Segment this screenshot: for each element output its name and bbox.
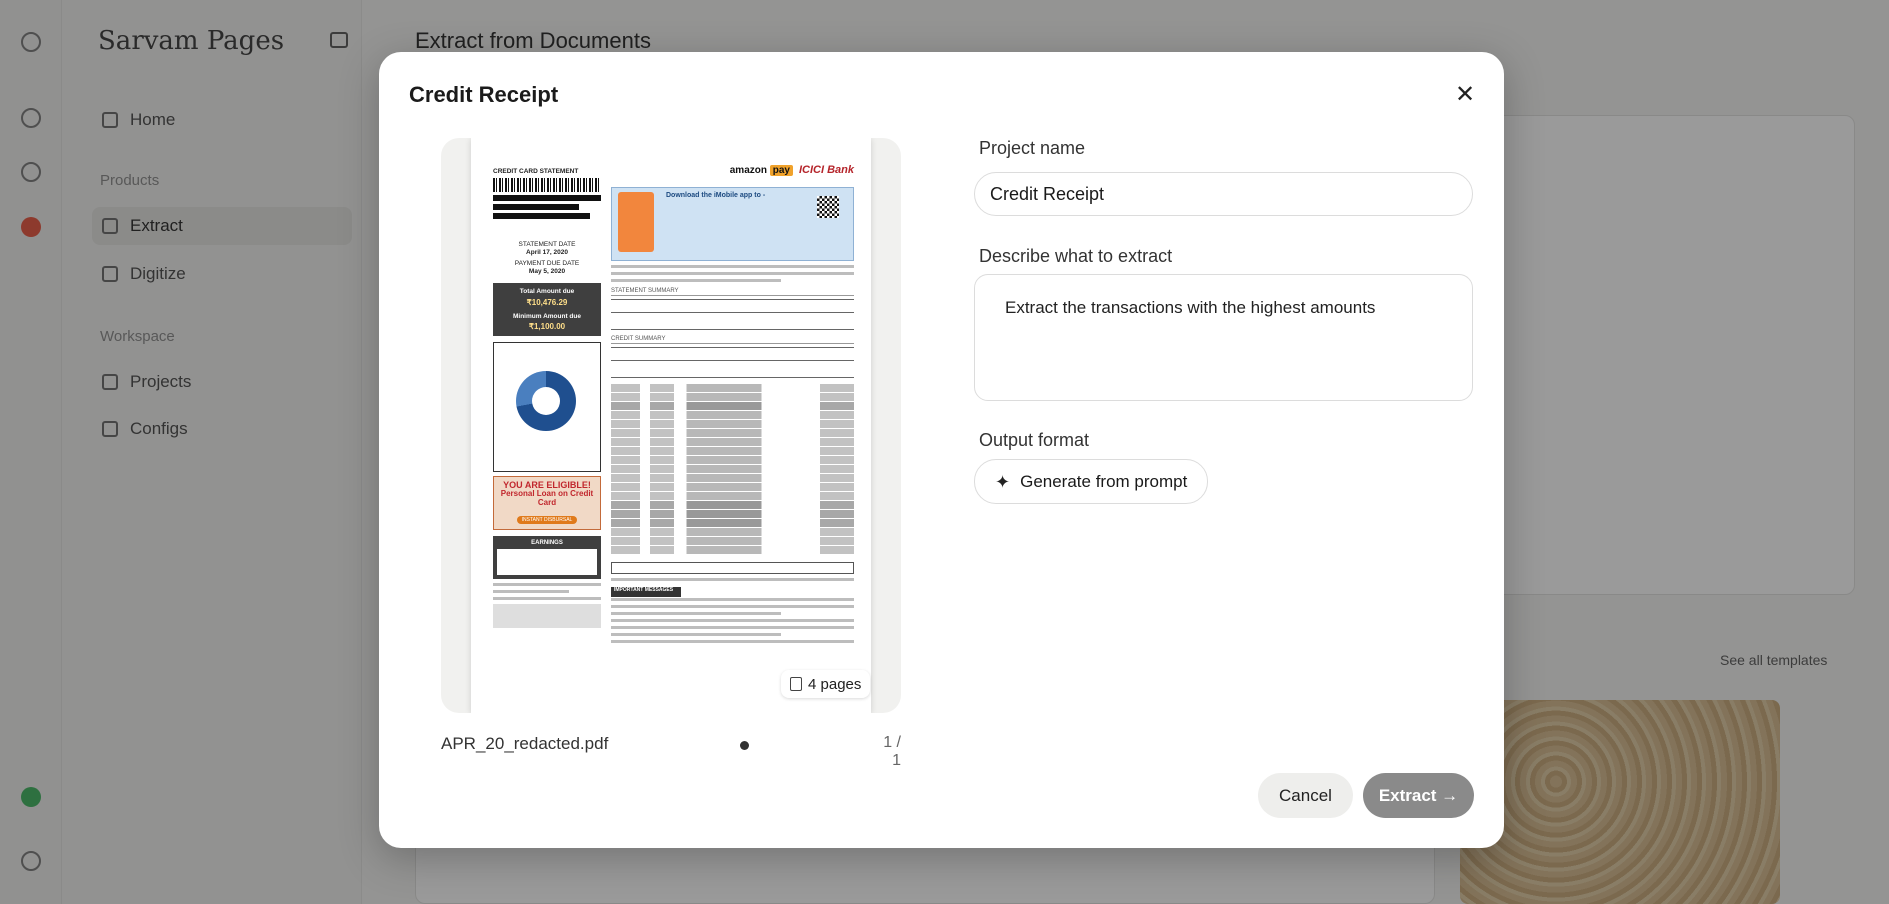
text-line [493,596,601,600]
barcode [493,178,601,193]
amount-due-box: Total Amount due ₹10,476.29 Minimum Amou… [493,283,601,337]
brand-logos: amazon pay ICICI Bank [611,156,854,184]
extract-dialog: Credit Receipt ✕ CREDIT CARD STATEMENT S… [379,52,1504,848]
transaction-row [611,501,854,509]
credit-summary-heading: CREDIT SUMMARY [611,336,854,344]
transaction-row [611,546,854,554]
dialog-title: Credit Receipt [409,82,559,107]
transaction-row [611,483,854,491]
pager-dot[interactable] [740,741,749,750]
earnings-grid [497,548,597,575]
transaction-row [611,393,854,401]
redaction [493,195,601,202]
transaction-row [611,429,854,437]
statement-right-column: amazon pay ICICI Bank Download the iMobi… [611,156,854,643]
transaction-row [611,447,854,455]
transaction-row [611,492,854,500]
important-messages: IMPORTANT MESSAGES [614,587,674,593]
text-line [611,279,782,282]
describe-label: Describe what to extract [979,246,1173,266]
transaction-row [611,519,854,527]
transaction-row [611,456,854,464]
transaction-row [611,420,854,428]
credit-row [611,347,854,361]
loan-offer: YOU ARE ELIGIBLE! Personal Loan on Credi… [493,476,601,530]
statement-header: CREDIT CARD STATEMENT [493,168,579,175]
text-line [611,272,854,275]
redaction [493,204,580,211]
amazon-pay-logo: amazon pay [729,164,793,176]
page-counter: 1 / 1 [883,734,901,769]
file-name: APR_20_redacted.pdf [441,734,609,753]
generate-from-prompt-button[interactable]: ✦ Generate from prompt [974,459,1209,504]
transaction-row [611,474,854,482]
phone-graphic [618,192,654,252]
statement-date: April 17, 2020 [526,248,568,256]
min-due-label: Minimum Amount due [512,312,581,320]
cancel-button[interactable]: Cancel [1258,773,1353,818]
text-line [611,597,854,601]
qr-code [817,196,839,218]
due-date: May 5, 2020 [528,267,566,275]
transaction-row [611,411,854,419]
text-line [611,578,854,581]
text-line [611,265,854,268]
project-name-label: Project name [979,138,1086,158]
total-due: ₹10,476.29 [526,297,568,307]
output-format-label: Output format [979,430,1090,450]
document-icon [790,677,802,691]
redaction [493,213,591,220]
spend-chart [493,342,601,473]
transaction-row [611,510,854,518]
document-preview: CREDIT CARD STATEMENT STATEMENT DATE Apr… [441,138,901,713]
statement-left-column: CREDIT CARD STATEMENT STATEMENT DATE Apr… [493,168,601,628]
donut-chart [516,371,576,432]
earnings-label: EARNINGS [531,539,563,546]
earnings-box: EARNINGS [493,535,601,579]
project-name-input[interactable] [974,172,1473,216]
document-page: CREDIT CARD STATEMENT STATEMENT DATE Apr… [471,138,871,713]
icici-logo: ICICI Bank [798,164,854,176]
footer-box [611,562,854,574]
close-icon: ✕ [1454,80,1476,108]
imobile-text: Download the iMobile app to - [666,192,766,199]
brand-pay-tag: pay [769,164,793,176]
transaction-row [611,537,854,545]
summary-row [611,316,854,330]
generate-label: Generate from prompt [1020,471,1188,491]
extract-button[interactable]: Extract → [1363,773,1474,818]
summary-row [611,299,854,313]
text-line [611,611,782,615]
summary-heading: STATEMENT SUMMARY [611,288,854,296]
offer-pill: INSTANT DISBURSAL [516,515,578,524]
total-due-label: Total Amount due [519,288,575,296]
offer-subtitle: Personal Loan on Credit Card [500,489,594,508]
transaction-row [611,438,854,446]
transaction-row [611,465,854,473]
transaction-row [611,528,854,536]
imobile-banner: Download the iMobile app to - [611,187,854,261]
text-line [611,618,854,622]
transaction-row [611,402,854,410]
credit-row [611,364,854,378]
due-date-label: PAYMENT DUE DATE [514,260,580,268]
transaction-row [611,384,854,392]
page-count-label: 4 pages [808,675,862,693]
close-button[interactable]: ✕ [1451,80,1479,108]
text-line [493,582,601,586]
text-line [611,632,782,636]
statement-date-label: STATEMENT DATE [518,241,576,249]
text-line [611,639,854,643]
min-due: ₹1,100.00 [528,322,566,332]
sparkle-icon: ✦ [995,471,1011,492]
page-count-badge: 4 pages [781,670,871,698]
describe-textarea[interactable]: Extract the transactions with the highes… [974,274,1473,401]
brand-pay: amazon [729,164,767,176]
text-line [493,589,569,593]
text-line [611,625,854,629]
note-block [493,603,601,628]
text-line [611,604,854,608]
